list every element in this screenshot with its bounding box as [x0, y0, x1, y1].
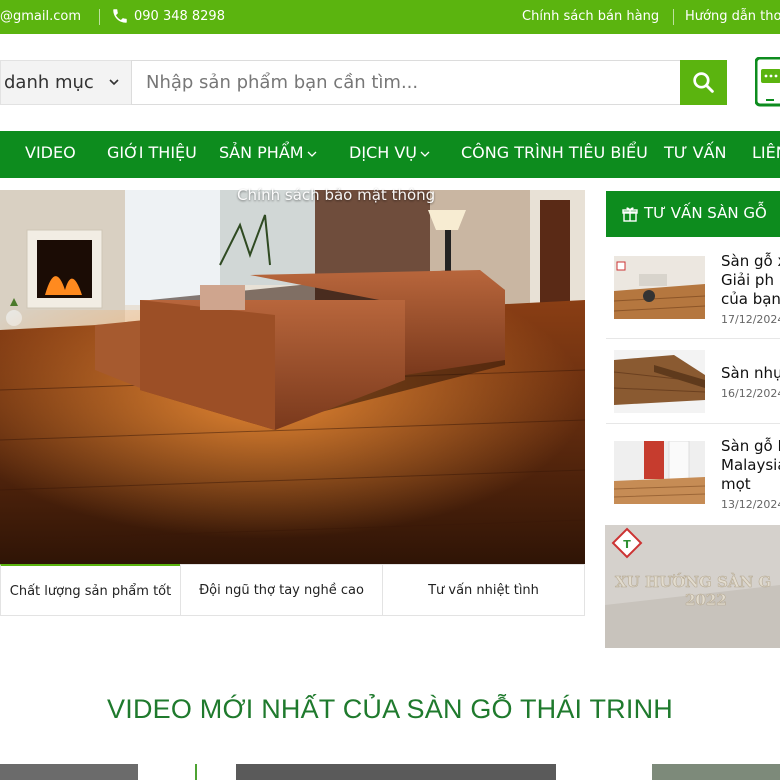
nav-item-contact[interactable]: LIÊN [752, 143, 780, 162]
nav-item-about[interactable]: GIỚI THIỆU [107, 143, 197, 162]
tab-consulting[interactable]: Tư vấn nhiệt tình [382, 564, 585, 616]
post-title[interactable]: Sàn nhự [721, 364, 780, 383]
hero-slider[interactable] [0, 190, 585, 564]
video-thumbnail[interactable] [652, 764, 780, 780]
post-date: 16/12/2024 [721, 387, 780, 400]
post-thumbnail[interactable] [614, 441, 705, 504]
nav-item-video[interactable]: VIDEO [25, 143, 76, 162]
post-thumbnail[interactable] [614, 256, 705, 319]
video-section-title: VIDEO MỚI NHẤT CỦA SÀN GỖ THÁI TRINH [107, 694, 673, 724]
post-date: 17/12/2024 [721, 313, 780, 326]
category-select-label: danh mục [4, 72, 94, 93]
banner-year: 2022 [685, 591, 727, 609]
post-thumbnail[interactable] [614, 350, 705, 413]
divider [606, 338, 780, 339]
post-title[interactable]: Sàn gỗ x – Giải ph của bạn [721, 252, 780, 309]
nav-item-label: DỊCH VỤ [349, 143, 417, 162]
nav-item-products[interactable]: SẢN PHẨM [219, 143, 317, 162]
tab-skilled-team[interactable]: Đội ngũ thợ tay nghề cao [180, 564, 383, 616]
chevron-down-icon [307, 151, 317, 157]
top-bar: @gmail.com 090 348 8298 Chính sách bán h… [0, 0, 780, 34]
post-title[interactable]: Sàn gỗ M Malaysia mọt [721, 437, 780, 494]
divider [99, 9, 100, 25]
nav-item-label: SẢN PHẨM [219, 143, 304, 162]
divider [195, 764, 197, 780]
banner-text: XU HƯỚNG SÀN G [615, 573, 771, 591]
chevron-down-icon [420, 151, 430, 157]
sidebar-heading-text: TƯ VẤN SÀN GỖ [644, 204, 767, 222]
tab-quality[interactable]: Chất lượng sản phẩm tốt [0, 564, 181, 616]
hero-tabs: Chất lượng sản phẩm tốt Đội ngũ thợ tay … [0, 564, 585, 616]
chat-support-icon[interactable] [755, 57, 780, 107]
search-icon [693, 72, 714, 93]
promo-banner[interactable]: T XU HƯỚNG SÀN G 2022 [605, 525, 780, 648]
contact-email[interactable]: @gmail.com [0, 9, 81, 24]
main-nav: VIDEO GIỚI THIỆU SẢN PHẨM DỊCH VỤ CÔNG T… [0, 131, 780, 178]
hero-caption[interactable]: Chính sách bảo mật thông [237, 186, 435, 204]
hero-image [0, 190, 585, 564]
divider [606, 423, 780, 424]
gift-icon [622, 207, 638, 222]
chevron-down-icon [109, 79, 119, 86]
svg-text:T: T [623, 538, 631, 551]
guide-link[interactable]: Hướng dẫn thơ [685, 9, 780, 24]
post-date: 13/12/2024 [721, 498, 780, 511]
sidebar-post[interactable]: Sàn gỗ x – Giải ph của bạn 17/12/2024 [606, 252, 780, 326]
sidebar-post[interactable]: Sàn nhự 16/12/2024 [606, 350, 780, 415]
category-select[interactable]: danh mục [0, 60, 131, 105]
video-thumbnail[interactable] [236, 764, 556, 780]
sidebar-heading: TƯ VẤN SÀN GỖ [606, 191, 780, 237]
nav-item-consulting[interactable]: TƯ VẤN [664, 143, 726, 162]
sidebar-post[interactable]: Sàn gỗ M Malaysia mọt 13/12/2024 [606, 437, 780, 517]
search-input[interactable] [131, 60, 681, 105]
nav-item-projects[interactable]: CÔNG TRÌNH TIÊU BIỂU [461, 143, 648, 162]
sales-policy-link[interactable]: Chính sách bán hàng [522, 9, 659, 24]
nav-item-services[interactable]: DỊCH VỤ [349, 143, 430, 162]
search-button[interactable] [680, 60, 727, 105]
contact-phone[interactable]: 090 348 8298 [134, 9, 225, 24]
phone-icon [113, 9, 127, 23]
divider [673, 9, 674, 25]
video-thumbnail[interactable] [0, 764, 138, 780]
